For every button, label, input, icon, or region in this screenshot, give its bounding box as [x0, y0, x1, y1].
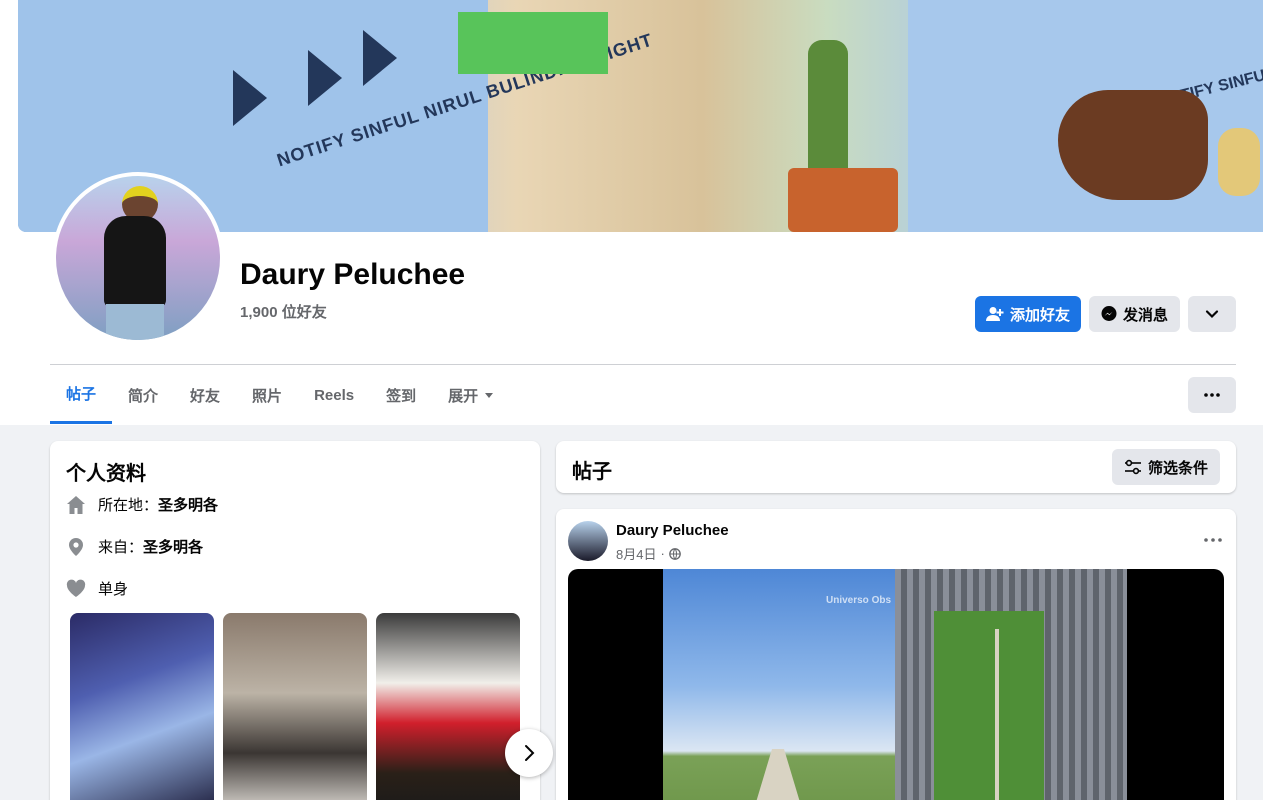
messenger-icon — [1101, 306, 1117, 321]
filter-sliders-icon — [1124, 459, 1141, 475]
chevron-down-icon — [1205, 310, 1219, 319]
post-date[interactable]: 8月4日 — [616, 544, 656, 563]
intro-title: 个人资料 — [66, 463, 146, 485]
add-friend-label: 添加好友 — [1009, 306, 1070, 324]
post-media[interactable]: Universo Obs — [568, 569, 1224, 800]
tab-options-button[interactable] — [1188, 377, 1236, 413]
tab-about[interactable]: 简介 — [112, 366, 174, 424]
cover-photo[interactable]: NOTIFY SINFUL NIRUL BULINDING LIGHT NOTI… — [18, 0, 1263, 232]
tab-reels[interactable]: Reels — [298, 366, 370, 424]
photos-next-button[interactable] — [505, 729, 553, 777]
message-button[interactable]: 发消息 — [1089, 296, 1180, 332]
tab-checkins[interactable]: 签到 — [370, 366, 432, 424]
profile-tabs: 帖子 简介 好友 照片 Reels 签到 展开 — [50, 366, 510, 424]
posts-header-card: 帖子 筛选条件 — [556, 441, 1236, 493]
post-author-avatar[interactable] — [568, 521, 608, 561]
filter-button[interactable]: 筛选条件 — [1111, 449, 1220, 485]
cover-hand — [1058, 90, 1208, 200]
featured-photos — [70, 613, 520, 800]
profile-name: Daury Peluchee — [240, 258, 466, 291]
profile-header: NOTIFY SINFUL NIRUL BULINDING LIGHT NOTI… — [0, 0, 1263, 425]
posts-title: 帖子 — [572, 461, 612, 483]
from-label: 来自： — [98, 539, 144, 556]
avatar-legs — [106, 304, 164, 340]
intro-card: 个人资料 所在地：圣多明各 来自：圣多明各 单身 — [50, 441, 553, 800]
meta-separator: · — [660, 546, 665, 561]
filter-label: 筛选条件 — [1147, 459, 1208, 477]
chevron-right-icon — [525, 745, 535, 761]
media-watermark: Universo Obs — [826, 595, 892, 606]
post-card: Daury Peluchee 8月4日 · Universo Obs — [556, 509, 1236, 800]
post-meta: 8月4日 · — [616, 544, 681, 563]
profile-avatar[interactable] — [52, 172, 224, 344]
tab-more-label: 展开 — [448, 387, 479, 405]
friends-count[interactable]: 1,900 位好友 — [240, 301, 327, 322]
media-path — [995, 629, 999, 800]
tab-posts[interactable]: 帖子 — [50, 366, 113, 424]
cover-watch — [1218, 128, 1260, 196]
cover-chevron — [233, 70, 267, 126]
ellipsis-icon — [1204, 393, 1220, 397]
from-text: 来自：圣多明各 — [98, 536, 203, 557]
lives-in-value[interactable]: 圣多明各 — [158, 497, 218, 514]
lives-in-label: 所在地： — [98, 497, 159, 514]
caret-down-icon — [485, 393, 494, 398]
heart-icon — [66, 579, 86, 597]
relationship-text: 单身 — [98, 581, 129, 598]
lives-in-text: 所在地：圣多明各 — [98, 494, 218, 515]
header-divider — [50, 364, 1236, 365]
lives-in-row: 所在地：圣多明各 — [66, 494, 218, 515]
featured-photo[interactable] — [376, 613, 520, 800]
cover-chevron — [363, 30, 397, 86]
location-pin-icon — [69, 537, 83, 556]
home-icon — [67, 495, 85, 514]
tab-photos[interactable]: 照片 — [236, 366, 298, 424]
post-author-name[interactable]: Daury Peluchee — [616, 522, 729, 539]
tab-friends[interactable]: 好友 — [174, 366, 236, 424]
featured-photo[interactable] — [223, 613, 367, 800]
more-actions-button[interactable] — [1188, 296, 1236, 332]
add-friend-icon — [985, 307, 1004, 321]
post-options-button[interactable] — [1204, 529, 1222, 547]
cover-pot — [788, 168, 898, 232]
featured-photo[interactable] — [70, 613, 214, 800]
cover-green-wall — [458, 12, 608, 74]
avatar-body — [104, 216, 166, 308]
ellipsis-icon — [1204, 538, 1222, 542]
tab-more[interactable]: 展开 — [432, 366, 510, 424]
cover-chevron — [308, 50, 342, 106]
globe-icon — [668, 547, 681, 560]
relationship-row: 单身 — [66, 578, 128, 599]
media-field — [934, 611, 1044, 800]
from-value[interactable]: 圣多明各 — [143, 539, 203, 556]
message-label: 发消息 — [1122, 306, 1168, 324]
add-friend-button[interactable]: 添加好友 — [975, 296, 1081, 332]
from-row: 来自：圣多明各 — [66, 536, 203, 557]
